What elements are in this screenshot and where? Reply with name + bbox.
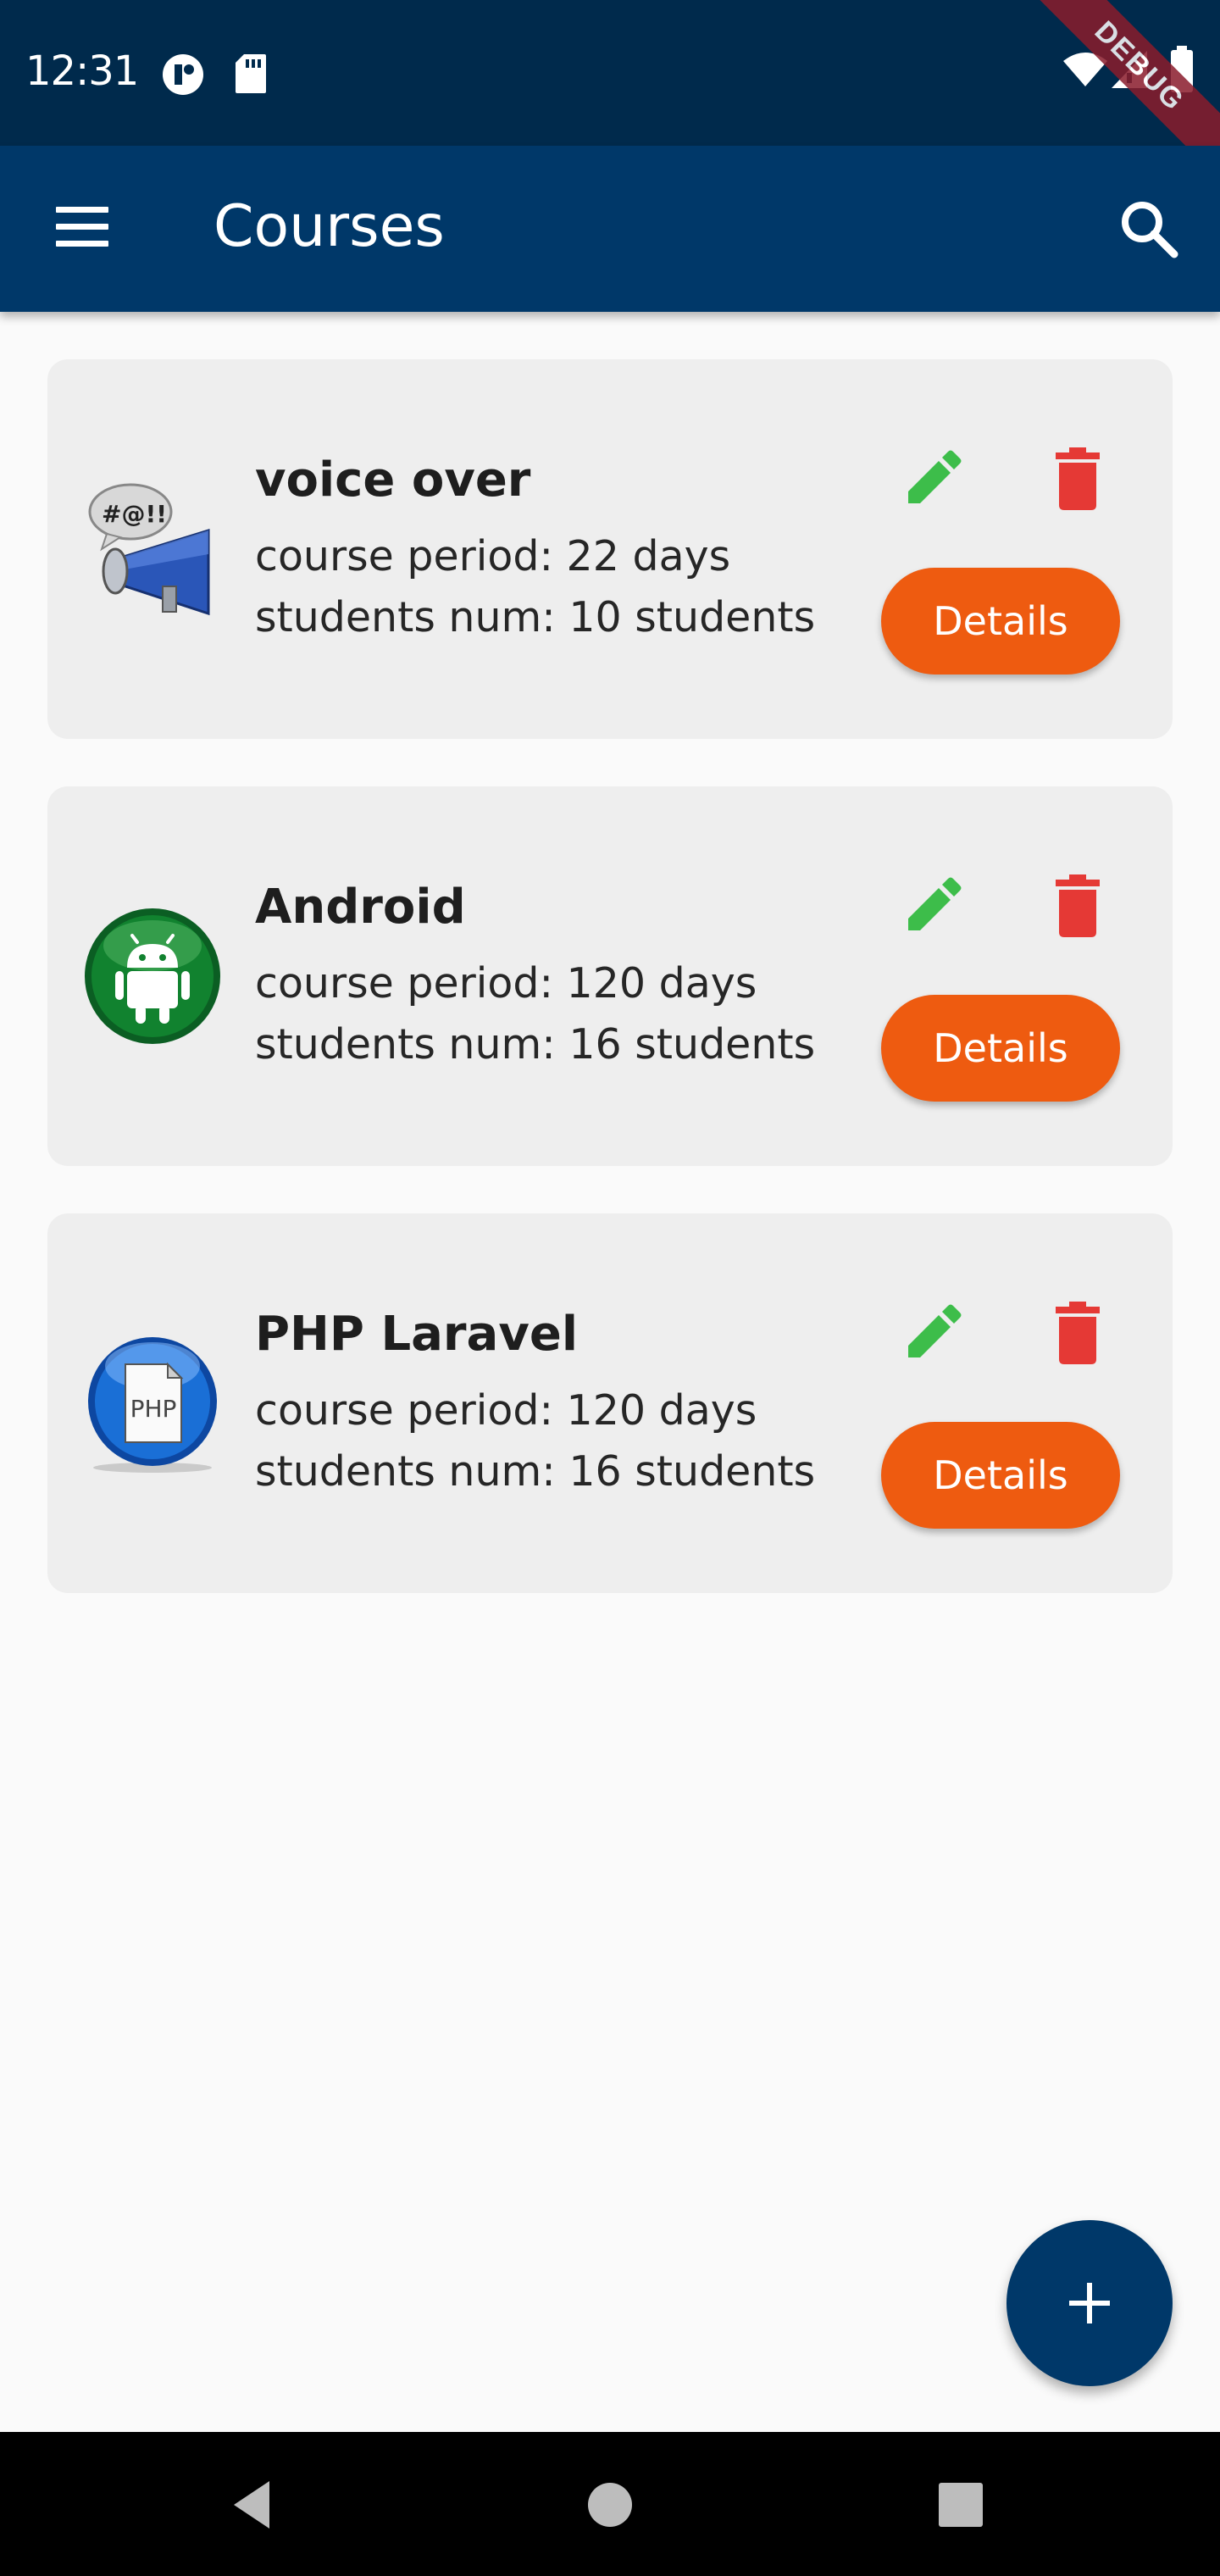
edit-button[interactable] [895, 1295, 971, 1371]
details-button[interactable]: Details [881, 995, 1120, 1102]
trash-icon [1056, 874, 1100, 937]
course-title: voice over [255, 452, 531, 508]
course-title: PHP Laravel [255, 1307, 579, 1362]
course-students: students num: 16 students [255, 1020, 816, 1069]
delete-button[interactable] [1044, 441, 1112, 517]
add-icon [1069, 2283, 1110, 2323]
app-bar: Courses [0, 146, 1220, 312]
course-period: course period: 120 days [255, 1386, 757, 1435]
home-button[interactable] [580, 2474, 640, 2535]
course-students: students num: 10 students [255, 593, 816, 641]
menu-button[interactable] [53, 200, 114, 258]
course-card[interactable]: PHP PHP Laravel course period: 120 days … [47, 1213, 1173, 1593]
details-button[interactable]: Details [881, 568, 1120, 675]
course-card[interactable]: Android course period: 120 days students… [47, 786, 1173, 1166]
home-icon [588, 2483, 632, 2527]
megaphone-glyph-text: #@!! [102, 500, 167, 528]
delete-button[interactable] [1044, 868, 1112, 944]
recents-button[interactable] [930, 2474, 991, 2535]
course-period: course period: 120 days [255, 959, 757, 1008]
back-icon [234, 2481, 269, 2529]
pencil-icon [908, 450, 962, 503]
add-course-button[interactable] [1006, 2220, 1173, 2386]
megaphone-icon: #@!! [88, 483, 210, 616]
pencil-icon [908, 1304, 962, 1357]
sd-card-icon [236, 54, 266, 93]
system-nav-bar [0, 2432, 1220, 2576]
trash-icon [1056, 447, 1100, 510]
android-icon [85, 908, 220, 1044]
course-title: Android [255, 880, 466, 935]
details-button[interactable]: Details [881, 1422, 1120, 1529]
edit-button[interactable] [895, 868, 971, 944]
trash-icon [1056, 1302, 1100, 1364]
back-button[interactable] [224, 2474, 285, 2535]
recents-icon [939, 2483, 983, 2527]
notification-app-icon [163, 54, 203, 95]
course-students: students num: 16 students [255, 1447, 816, 1496]
php-icon: PHP [88, 1337, 217, 1473]
search-button[interactable] [1117, 197, 1181, 261]
status-time: 12:31 [25, 47, 139, 95]
course-period: course period: 22 days [255, 532, 731, 580]
course-card[interactable]: #@!! voice over course period: 22 days s… [47, 359, 1173, 739]
search-icon [1122, 202, 1178, 258]
pencil-icon [908, 877, 962, 930]
page-title: Courses [214, 193, 445, 260]
edit-button[interactable] [895, 441, 971, 517]
status-bar: 12:31 DEBUG [0, 0, 1220, 182]
php-thumbnail-label: PHP [130, 1395, 177, 1423]
delete-button[interactable] [1044, 1295, 1112, 1371]
